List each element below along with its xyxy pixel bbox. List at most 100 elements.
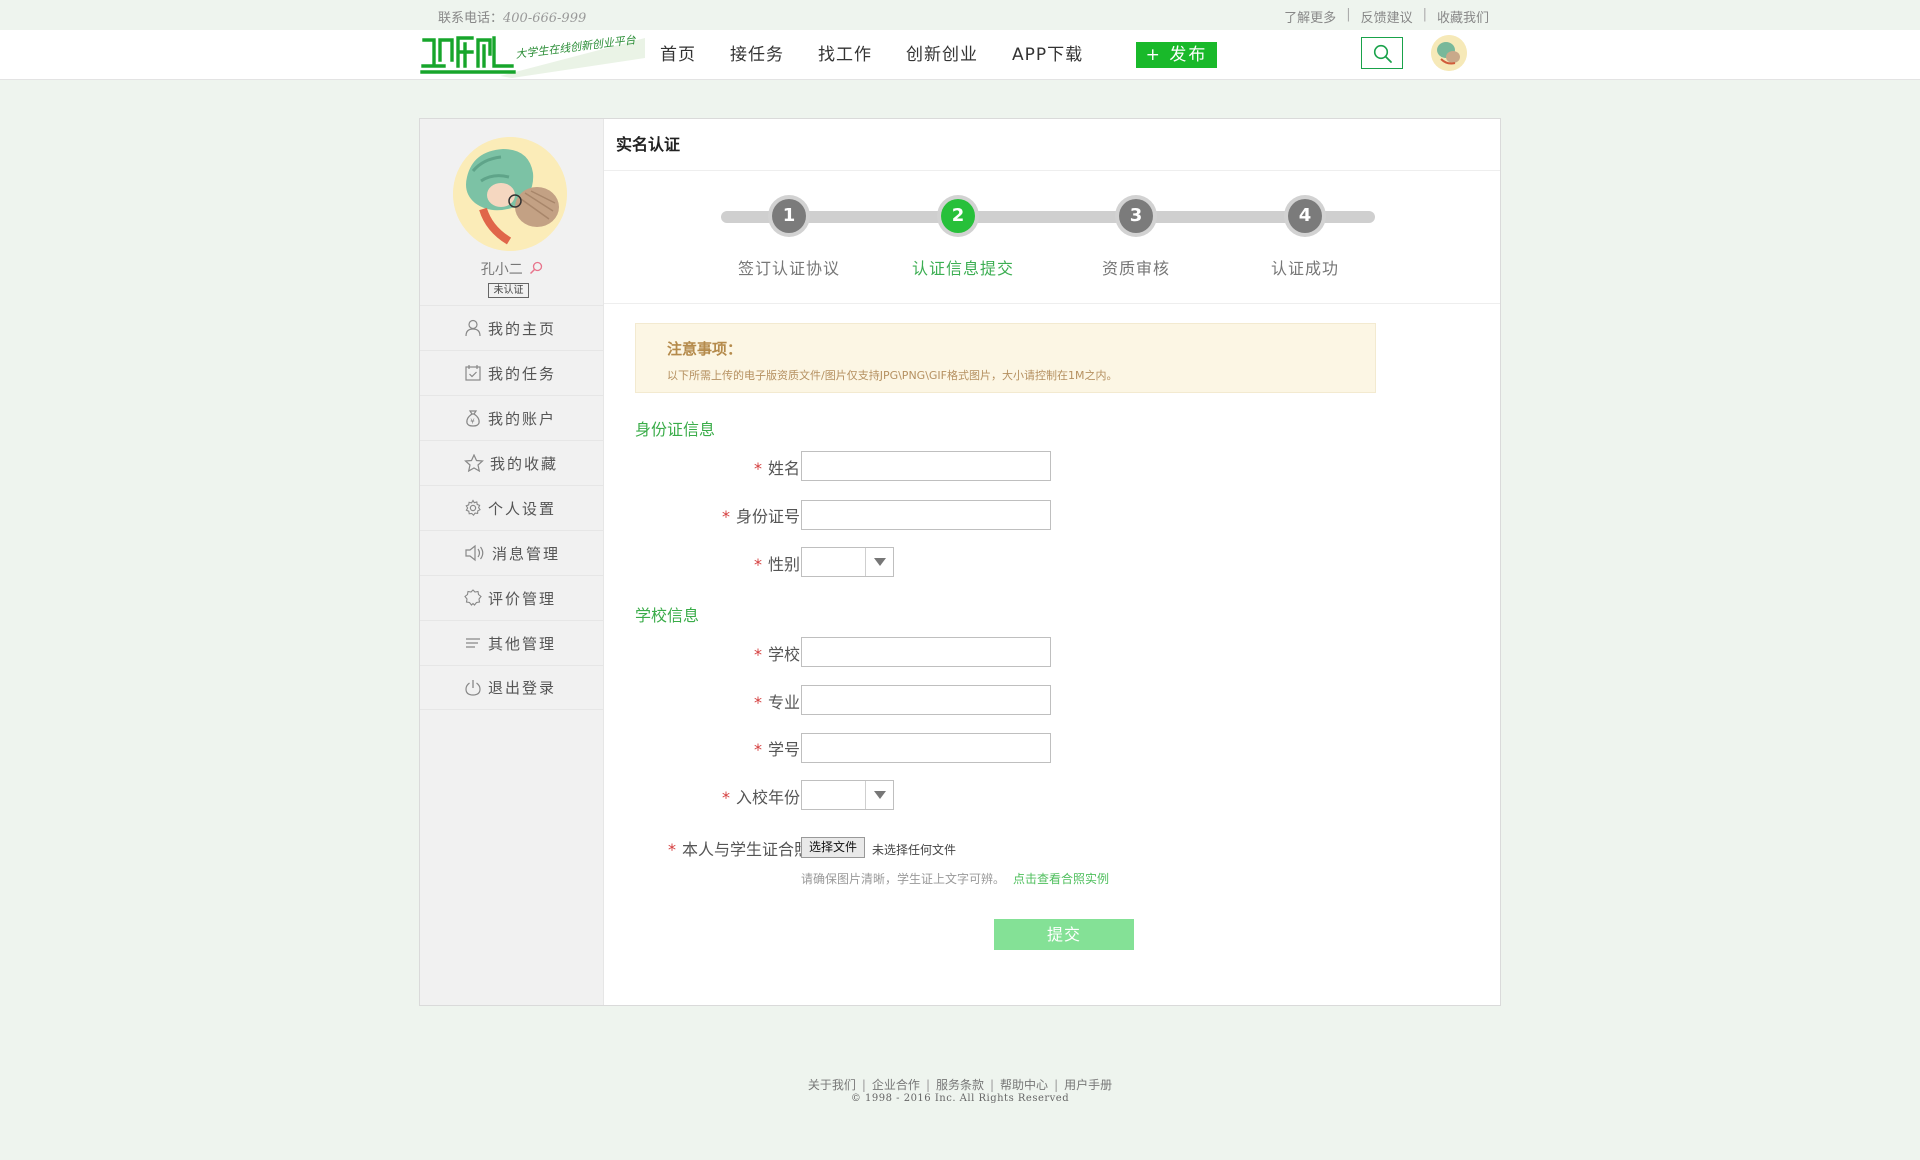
link-bookmark[interactable]: 收藏我们 — [1437, 7, 1489, 26]
sidebar-menu: 我的主页 我的任务 ¥ 我的账户 我的收藏 个人设置 消息管理 评价管理 其他管… — [420, 305, 604, 710]
star-icon — [464, 454, 484, 472]
id-number-input[interactable] — [801, 500, 1051, 530]
divider: | — [861, 1078, 866, 1092]
chevron-down-icon — [865, 781, 893, 809]
enroll-year-label: * 入校年份 — [600, 784, 800, 808]
username-text: 孔小二 — [480, 262, 523, 278]
sidebar-item-settings[interactable]: 个人设置 — [420, 485, 604, 530]
step-1-label: 签订认证协议 — [737, 259, 840, 278]
footer-help[interactable]: 帮助中心 — [1000, 1078, 1048, 1092]
user-avatar-small[interactable] — [1431, 35, 1467, 71]
edit-search-icon[interactable] — [529, 261, 543, 279]
footer-cooperation[interactable]: 企业合作 — [872, 1078, 920, 1092]
site-logo[interactable]: 大学生在线创新创业平台 — [420, 32, 645, 80]
search-icon — [1373, 44, 1392, 63]
sidebar-item-label: 我的收藏 — [490, 454, 559, 473]
calendar-check-icon — [465, 365, 481, 381]
nav-innovation[interactable]: 创新创业 — [906, 30, 978, 80]
avatar-illustration — [453, 137, 567, 251]
page-title: 实名认证 — [604, 119, 1500, 171]
sidebar-item-label: 个人设置 — [488, 499, 557, 518]
school-input[interactable] — [801, 637, 1051, 667]
choose-file-button[interactable]: 选择文件 — [801, 837, 865, 858]
major-input[interactable] — [801, 685, 1051, 715]
verification-content: 实名认证 1 2 3 4 签订认证协议 认证信息提交 资质审核 认证成功 注意事… — [604, 119, 1500, 1005]
nav-jobs[interactable]: 找工作 — [818, 30, 872, 80]
sidebar-item-account[interactable]: ¥ 我的账户 — [420, 395, 604, 440]
footer-manual[interactable]: 用户手册 — [1064, 1078, 1112, 1092]
search-button[interactable] — [1361, 37, 1403, 69]
enroll-year-select[interactable] — [801, 780, 894, 810]
sidebar-item-home[interactable]: 我的主页 — [420, 305, 604, 350]
verification-badge: 未认证 — [488, 283, 529, 298]
divider: | — [1422, 7, 1427, 22]
name-input[interactable] — [801, 451, 1051, 481]
sidebar-item-label: 消息管理 — [492, 544, 561, 563]
notice-text: 以下所需上传的电子版资质文件/图片仅支持JPG\PNG\GIF格式图片，大小请控… — [667, 369, 1118, 382]
step-2-circle: 2 — [937, 195, 979, 237]
required-mark: * — [721, 788, 730, 807]
label-text: 学号 — [767, 740, 800, 759]
required-mark: * — [753, 693, 762, 712]
svg-text:¥: ¥ — [470, 418, 476, 426]
link-feedback[interactable]: 反馈建议 — [1361, 7, 1413, 26]
user-icon — [465, 319, 481, 337]
nav-app-download[interactable]: APP下载 — [1012, 30, 1083, 80]
step-3-circle: 3 — [1115, 195, 1157, 237]
school-section-title: 学校信息 — [635, 606, 700, 625]
username: 孔小二 — [420, 259, 604, 279]
user-avatar[interactable] — [453, 137, 567, 251]
top-links: 了解更多 | 反馈建议 | 收藏我们 — [1284, 7, 1489, 26]
footer-about[interactable]: 关于我们 — [808, 1078, 856, 1092]
sidebar-item-messages[interactable]: 消息管理 — [420, 530, 604, 575]
copyright: © 1998 - 2016 Inc. All Rights Reserved — [850, 1093, 1070, 1104]
nav-tasks[interactable]: 接任务 — [730, 30, 784, 80]
label-text: 学校 — [767, 645, 800, 664]
gender-label: * 性别 — [600, 551, 800, 575]
gender-select[interactable] — [801, 547, 894, 577]
gear-icon — [465, 499, 481, 517]
school-label: * 学校 — [600, 641, 800, 665]
label-text: 身份证号 — [735, 507, 800, 526]
footer-links: 关于我们 | 企业合作 | 服务条款 | 帮助中心 | 用户手册 — [0, 1076, 1920, 1093]
required-mark: * — [667, 840, 676, 859]
label-text: 专业 — [767, 693, 800, 712]
sidebar-item-label: 我的任务 — [488, 364, 557, 383]
link-learn-more[interactable]: 了解更多 — [1284, 7, 1336, 26]
sidebar-item-tasks[interactable]: 我的任务 — [420, 350, 604, 395]
submit-button[interactable]: 提交 — [994, 919, 1134, 950]
progress-steps: 1 2 3 4 签订认证协议 认证信息提交 资质审核 认证成功 — [604, 171, 1500, 304]
user-sidebar: 孔小二 未认证 我的主页 我的任务 ¥ 我的账户 我的收藏 个人设置 消息管理 … — [420, 119, 604, 1005]
divider: | — [925, 1078, 930, 1092]
required-mark: * — [753, 459, 762, 478]
required-mark: * — [721, 507, 730, 526]
phone-label: 联系电话： — [438, 11, 504, 26]
photo-label: * 本人与学生证合照 — [600, 836, 810, 860]
publish-button[interactable]: + 发布 — [1136, 42, 1217, 68]
main-nav: 首页 接任务 找工作 创新创业 APP下载 — [660, 30, 1117, 80]
site-header: 大学生在线创新创业平台 首页 接任务 找工作 创新创业 APP下载 + 发布 — [0, 30, 1920, 80]
file-status: 未选择任何文件 — [872, 843, 957, 857]
money-bag-icon: ¥ — [466, 410, 480, 427]
power-icon — [465, 679, 481, 696]
name-label: * 姓名 — [600, 455, 800, 479]
sidebar-item-reviews[interactable]: 评价管理 — [420, 575, 604, 620]
student-id-input[interactable] — [801, 733, 1051, 763]
badge-icon — [464, 589, 482, 606]
step-number: 1 — [772, 199, 806, 233]
step-4-label: 认证成功 — [1270, 259, 1339, 278]
step-number: 2 — [941, 199, 975, 233]
footer-terms[interactable]: 服务条款 — [936, 1078, 984, 1092]
sidebar-item-favorites[interactable]: 我的收藏 — [420, 440, 604, 485]
sidebar-item-other[interactable]: 其他管理 — [420, 620, 604, 665]
required-mark: * — [753, 645, 762, 664]
contact-phone: 联系电话：400-666-999 — [438, 7, 586, 26]
step-number: 4 — [1288, 199, 1322, 233]
step-track — [721, 211, 1375, 223]
nav-home[interactable]: 首页 — [660, 30, 696, 80]
student-id-label: * 学号 — [600, 736, 800, 760]
divider: | — [990, 1078, 995, 1092]
sidebar-item-logout[interactable]: 退出登录 — [420, 665, 604, 710]
sidebar-item-label: 我的账户 — [488, 409, 557, 428]
example-photo-link[interactable]: 点击查看合照实例 — [1013, 872, 1109, 886]
